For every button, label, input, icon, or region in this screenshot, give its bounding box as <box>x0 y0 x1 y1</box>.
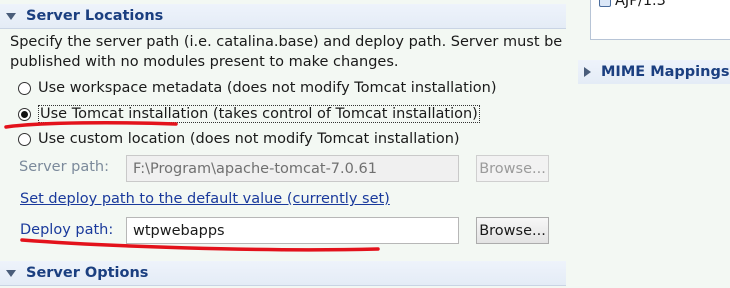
red-underline-tomcat <box>4 121 178 129</box>
red-underline-deploy <box>20 238 380 252</box>
annotation-marks <box>4 121 380 252</box>
